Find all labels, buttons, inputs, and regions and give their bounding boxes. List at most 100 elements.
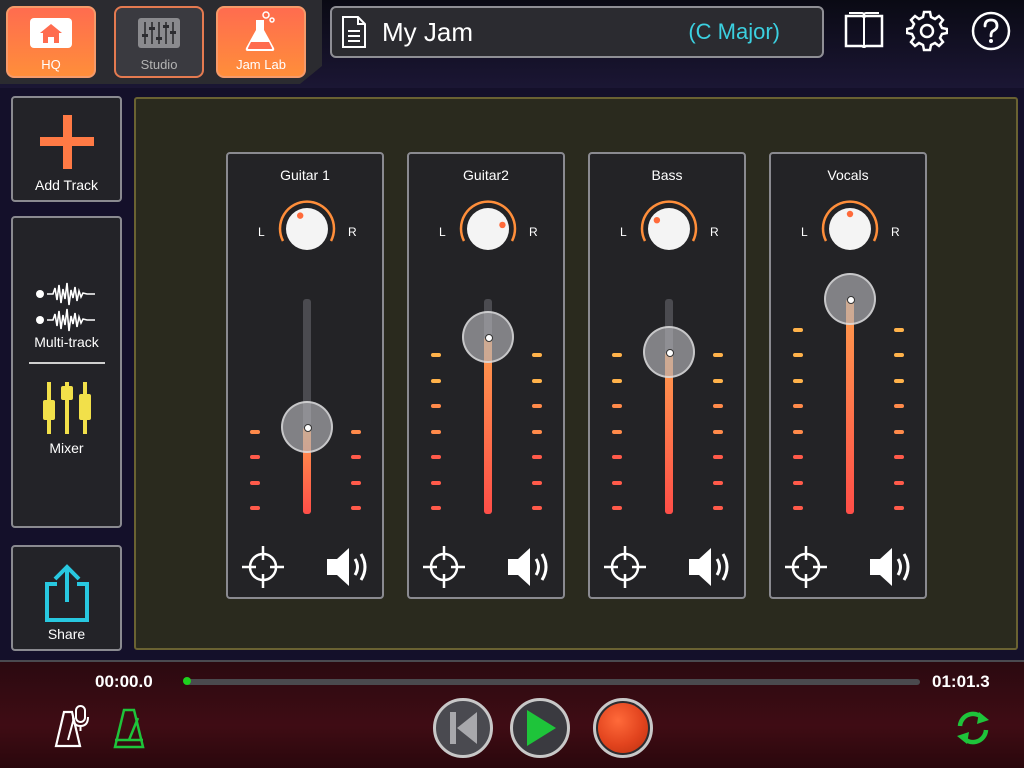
solo-target-icon[interactable] [421,544,467,590]
share-icon [44,564,89,622]
play-icon [527,710,556,746]
pan-knob[interactable] [275,197,339,261]
level-tick [532,506,542,510]
pan-knob[interactable] [818,197,882,261]
level-tick [793,353,803,357]
level-tick [713,378,723,383]
speaker-icon[interactable] [685,544,739,590]
share-label: Share [47,626,86,642]
nav-studio-label: Studio [140,57,178,72]
studio-mixer-icon [138,18,180,48]
volume-fader-handle[interactable] [281,401,333,453]
mixer-label: Mixer [49,440,84,456]
level-tick [250,480,260,485]
level-tick [431,455,441,459]
pan-left-label: L [801,225,808,239]
level-tick [713,353,723,357]
level-tick [431,506,441,510]
level-tick [532,378,542,383]
nav-hq-button[interactable]: HQ [6,6,96,78]
level-tick [793,455,803,459]
level-tick [894,506,904,510]
plus-icon [39,115,94,169]
nav-tabs: HQ Studio Jam Lab [0,0,322,84]
level-tick [532,429,542,434]
channel-name: Guitar2 [463,167,509,183]
channel-strip: Guitar2 L R [407,152,565,599]
play-button[interactable] [510,698,570,758]
channel-strip: Guitar 1 L R [226,152,384,599]
record-button[interactable] [593,698,653,758]
mixer-button[interactable]: Mixer [42,378,92,456]
level-tick [713,480,723,485]
level-tick [713,455,723,459]
level-tick [894,429,904,434]
solo-target-icon[interactable] [602,544,648,590]
gear-icon[interactable] [906,10,948,52]
metronome-mic-icon[interactable] [50,704,92,750]
level-tick [250,455,260,459]
solo-target-icon[interactable] [240,544,286,590]
level-tick [532,480,542,485]
refresh-icon[interactable] [952,708,994,748]
view-panel: Multi-track Mixer [11,216,122,528]
metronome-icon[interactable] [112,706,148,750]
level-tick [431,429,441,434]
multitrack-button[interactable]: Multi-track [34,280,99,350]
nav-jamlab-button[interactable]: Jam Lab [216,6,306,78]
channel-strip: Bass L R [588,152,746,599]
scrub-handle[interactable] [183,677,191,685]
add-track-label: Add Track [34,177,99,193]
song-key: (C Major) [688,19,780,44]
level-tick [894,378,904,383]
level-tick [612,404,622,408]
nav-studio-button[interactable]: Studio [114,6,204,78]
level-tick [351,506,361,510]
book-icon[interactable] [843,10,885,50]
nav-jamlab-label: Jam Lab [236,57,286,72]
pan-knob[interactable] [456,197,520,261]
speaker-icon[interactable] [323,544,377,590]
speaker-icon[interactable] [866,544,920,590]
waveform-icon [35,282,95,332]
level-tick [793,327,803,332]
level-tick [612,353,622,357]
top-bar: HQ Studio Jam Lab My Jam (C Major) [0,0,1024,88]
transport-bar: 00:00.0 01:01.3 [0,660,1024,768]
pan-knob[interactable] [637,197,701,261]
share-button[interactable]: Share [11,545,122,651]
pan-right-label: R [348,225,357,239]
level-tick [894,455,904,459]
rewind-button[interactable] [433,698,493,758]
solo-target-icon[interactable] [783,544,829,590]
pan-left-label: L [439,225,446,239]
level-tick [431,480,441,485]
document-icon [342,16,366,48]
skip-back-icon [450,712,477,744]
volume-fader-handle[interactable] [824,273,876,325]
volume-fader-handle[interactable] [643,326,695,378]
help-icon[interactable] [970,10,1012,52]
level-tick [250,429,260,434]
volume-fader-handle[interactable] [462,311,514,363]
level-tick [793,480,803,485]
level-tick [431,378,441,383]
level-tick [532,353,542,357]
mixer-sliders-icon [42,382,91,434]
pan-right-label: R [710,225,719,239]
level-tick [532,455,542,459]
pan-right-label: R [529,225,538,239]
level-tick [612,378,622,383]
speaker-icon[interactable] [504,544,558,590]
channel-name: Vocals [827,167,869,183]
level-tick [713,404,723,408]
channel-strip: Vocals L R [769,152,927,599]
level-tick [612,480,622,485]
level-tick [351,455,361,459]
song-title-box[interactable]: My Jam (C Major) [330,6,824,58]
add-track-button[interactable]: Add Track [11,96,122,202]
level-tick [894,327,904,332]
scrub-bar[interactable] [186,679,920,685]
record-dot [598,703,648,753]
pan-left-label: L [258,225,265,239]
